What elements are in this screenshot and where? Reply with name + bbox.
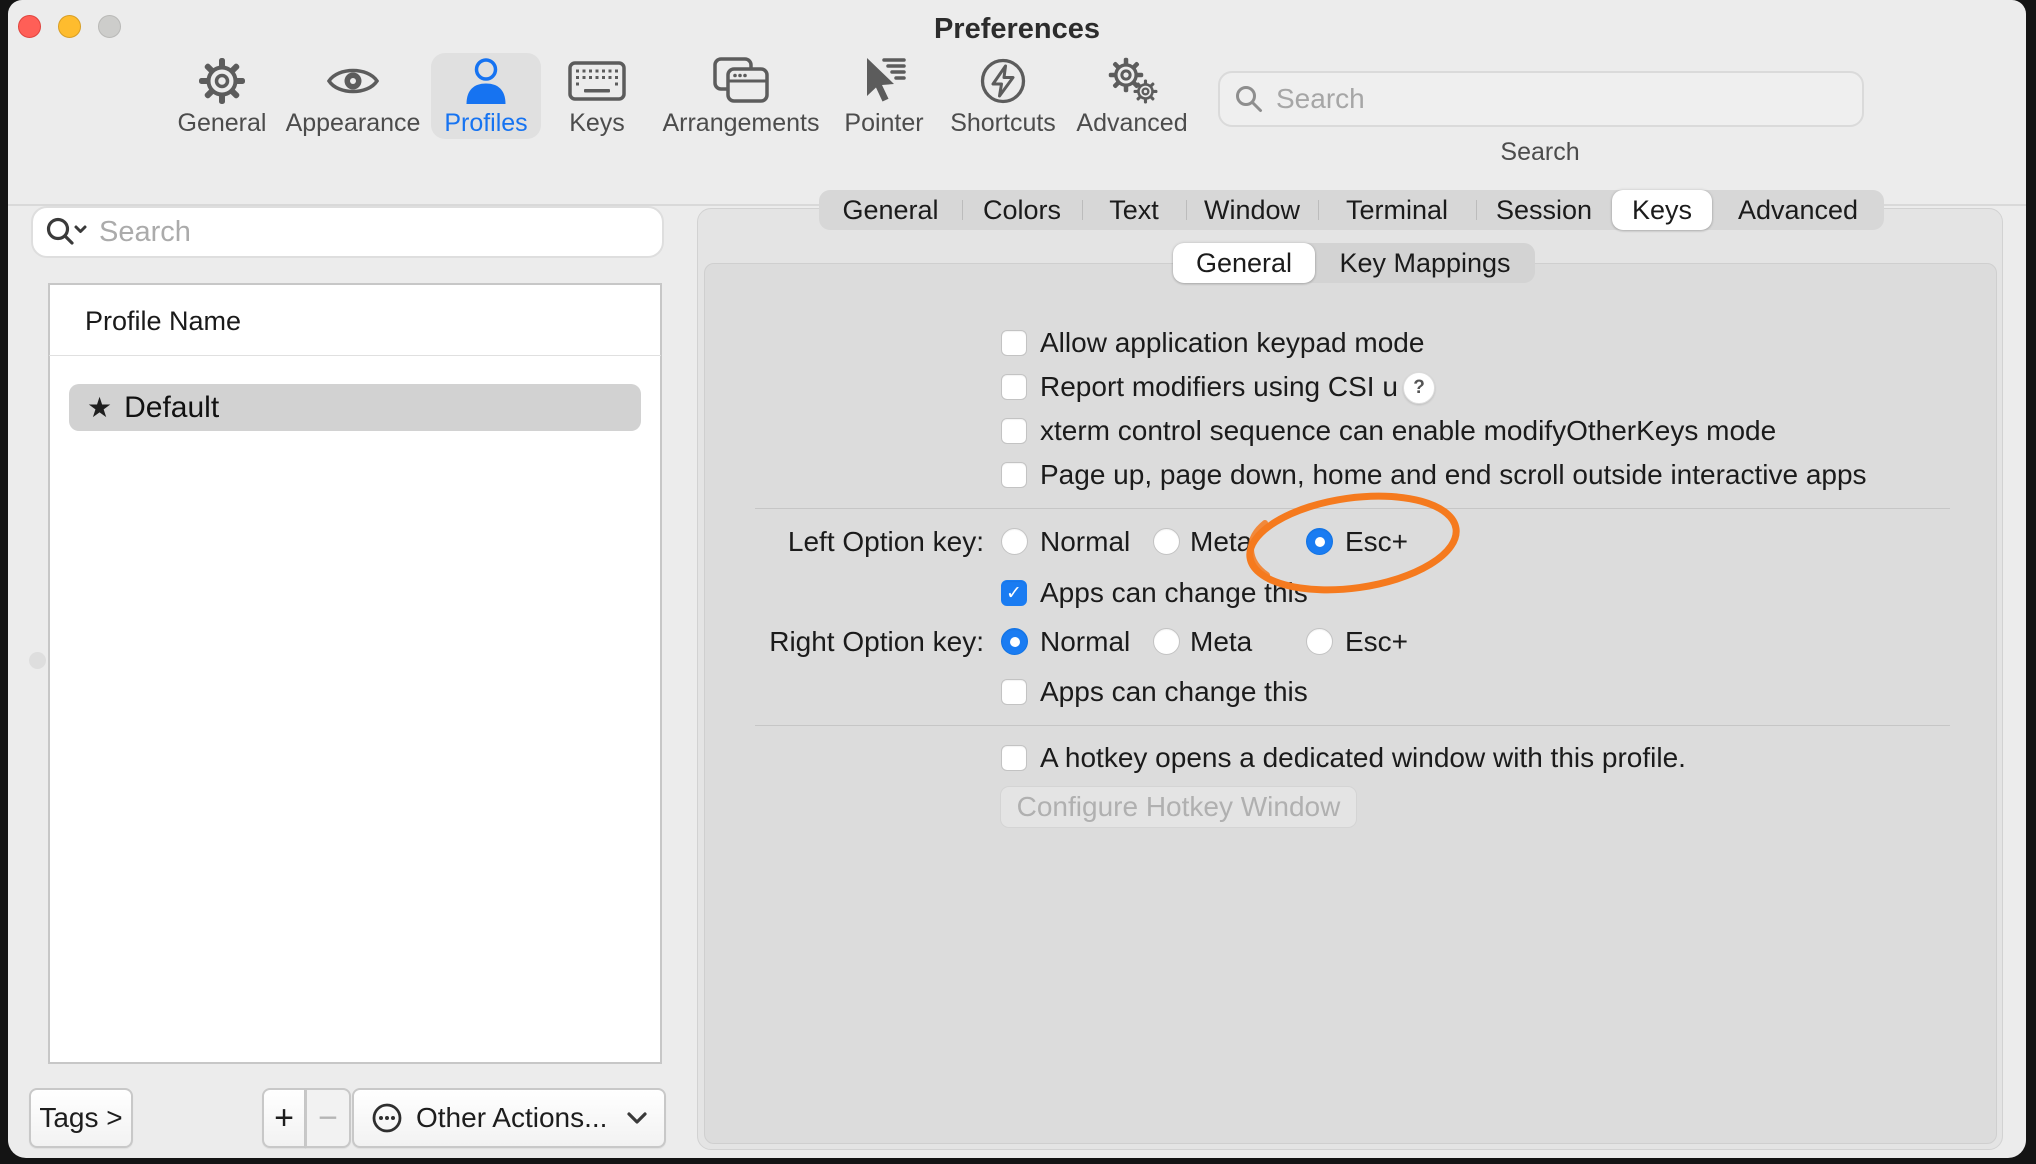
radio-right-option-esc-label[interactable]: Esc+ (1345, 626, 1408, 658)
checkbox-hotkey-window[interactable] (1001, 745, 1027, 771)
check-icon: ✓ (1006, 582, 1022, 605)
tab-general[interactable]: General (819, 190, 962, 230)
profile-tab-bar: General Colors Text Window Terminal Sess… (819, 190, 1884, 230)
tab-terminal[interactable]: Terminal (1318, 190, 1476, 230)
checkbox-csi-u[interactable] (1001, 374, 1027, 400)
other-actions-label: Other Actions... (416, 1102, 607, 1134)
add-profile-button[interactable]: + (262, 1088, 306, 1148)
tab-advanced[interactable]: Advanced (1712, 190, 1884, 230)
tab-keys[interactable]: Keys (1612, 190, 1712, 230)
gears-icon (1106, 53, 1158, 109)
search-menu-icon (45, 216, 89, 248)
tab-colors[interactable]: Colors (962, 190, 1082, 230)
checkbox-right-apps-change[interactable] (1001, 679, 1027, 705)
toolbar-item-appearance[interactable]: Appearance (283, 53, 423, 139)
tab-session[interactable]: Session (1476, 190, 1612, 230)
configure-hotkey-window-label: Configure Hotkey Window (1017, 791, 1341, 823)
tags-button-label: Tags > (39, 1102, 122, 1134)
checkbox-left-apps-change[interactable]: ✓ (1001, 580, 1027, 606)
keys-subtab-bar: General Key Mappings (1173, 243, 1535, 283)
toolbar-item-general[interactable]: General (177, 53, 267, 139)
tab-window[interactable]: Window (1186, 190, 1318, 230)
keyboard-icon (568, 53, 626, 109)
profile-search-field[interactable] (31, 206, 664, 258)
radio-right-option-esc[interactable] (1306, 628, 1333, 655)
toolbar-search-caption: Search (1440, 138, 1640, 167)
radio-right-option-meta-label[interactable]: Meta (1190, 626, 1252, 658)
toolbar-item-label: Keys (569, 109, 625, 137)
toolbar-search-field[interactable] (1218, 71, 1864, 127)
checkbox-hotkey-window-label[interactable]: A hotkey opens a dedicated window with t… (1040, 742, 1686, 774)
toolbar-item-shortcuts[interactable]: Shortcuts (945, 53, 1061, 139)
toolbar-item-label: Advanced (1076, 109, 1187, 137)
profile-list-header: Profile Name (85, 306, 241, 337)
profile-search-input[interactable] (97, 215, 650, 250)
toolbar-item-label: Appearance (286, 109, 421, 137)
tab-text[interactable]: Text (1082, 190, 1186, 230)
person-icon (463, 53, 509, 109)
list-header-divider (49, 355, 661, 356)
toolbar-item-advanced[interactable]: Advanced (1077, 53, 1187, 139)
radio-left-option-meta[interactable] (1153, 528, 1180, 555)
profile-name: Default (124, 391, 219, 425)
toolbar-item-pointer[interactable]: Pointer (839, 53, 929, 139)
remove-profile-button: − (305, 1088, 351, 1148)
gear-icon (198, 53, 246, 109)
toolbar-item-label: Profiles (444, 109, 527, 137)
preferences-window: Preferences (8, 0, 2026, 1158)
titlebar[interactable]: Preferences (8, 0, 2026, 48)
search-icon (1234, 84, 1264, 114)
configure-hotkey-window-button: Configure Hotkey Window (1000, 786, 1357, 828)
windows-icon (713, 53, 769, 109)
checkbox-right-apps-change-label[interactable]: Apps can change this (1040, 676, 1308, 708)
radio-right-option-normal[interactable] (1001, 628, 1028, 655)
toolbar-item-arrangements[interactable]: Arrangements (666, 53, 816, 139)
toolbar-item-label: Arrangements (662, 109, 819, 137)
checkbox-modify-other-keys[interactable] (1001, 418, 1027, 444)
tags-button[interactable]: Tags > (29, 1088, 133, 1148)
help-button[interactable]: ? (1403, 372, 1435, 404)
toolbar-item-keys[interactable]: Keys (557, 53, 637, 139)
screen: Preferences (0, 0, 2036, 1164)
radio-left-option-normal-label[interactable]: Normal (1040, 526, 1130, 558)
profile-row-default[interactable]: ★ Default (69, 384, 641, 431)
right-option-caption: Right Option key: (690, 626, 984, 658)
radio-left-option-normal[interactable] (1001, 528, 1028, 555)
toolbar-item-label: General (178, 109, 267, 137)
cursor-icon (860, 53, 908, 109)
left-option-caption: Left Option key: (690, 526, 984, 558)
radio-right-option-normal-label[interactable]: Normal (1040, 626, 1130, 658)
toolbar-search-input[interactable] (1274, 82, 1848, 116)
window-title: Preferences (8, 13, 2026, 46)
annotation-ellipse (1227, 479, 1479, 607)
star-icon: ★ (87, 394, 112, 422)
chevron-down-icon (626, 1111, 648, 1125)
other-actions-dropdown[interactable]: Other Actions... (352, 1088, 666, 1148)
eye-icon (326, 53, 380, 109)
toolbar-item-label: Shortcuts (950, 109, 1056, 137)
subtab-key-mappings[interactable]: Key Mappings (1315, 243, 1535, 283)
checkbox-csi-u-label[interactable]: Report modifiers using CSI u (1040, 371, 1398, 403)
checkbox-modify-other-keys-label[interactable]: xterm control sequence can enable modify… (1040, 415, 1776, 447)
lightning-circle-icon (979, 53, 1027, 109)
plus-icon: + (274, 1099, 294, 1138)
split-handle-dot (29, 652, 46, 669)
toolbar-item-label: Pointer (844, 109, 923, 137)
section-divider (755, 725, 1950, 726)
ellipsis-circle-icon (370, 1101, 404, 1135)
checkbox-keypad-mode[interactable] (1001, 330, 1027, 356)
radio-right-option-meta[interactable] (1153, 628, 1180, 655)
checkbox-keypad-mode-label[interactable]: Allow application keypad mode (1040, 327, 1424, 359)
subtab-general[interactable]: General (1173, 243, 1315, 283)
toolbar-item-profiles[interactable]: Profiles (431, 53, 541, 139)
checkbox-scroll-outside-apps[interactable] (1001, 462, 1027, 488)
minus-icon: − (318, 1099, 338, 1138)
